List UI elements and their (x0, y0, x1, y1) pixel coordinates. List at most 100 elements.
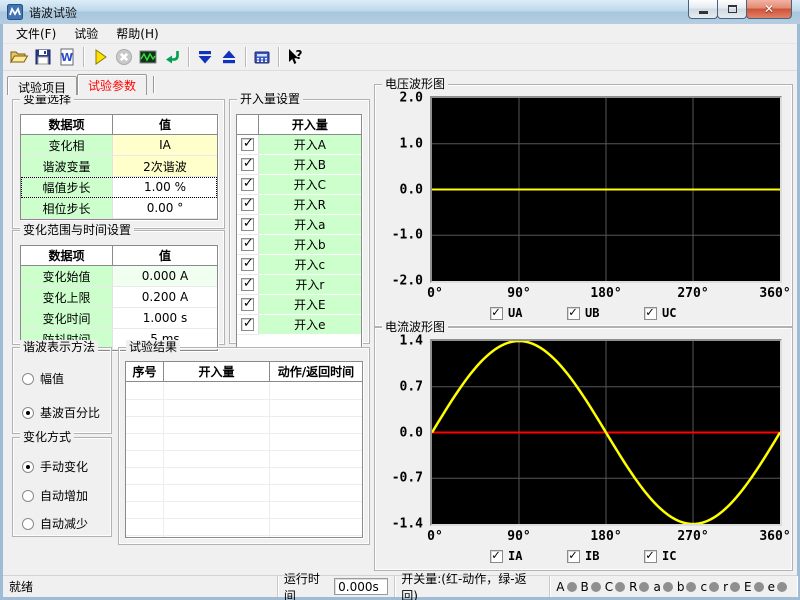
input-label: 开入R (259, 195, 361, 215)
status-ready-text: 就绪 (9, 578, 33, 595)
legend-label: UB (585, 306, 599, 320)
radio-manual-change[interactable]: 手动变化 (22, 458, 88, 475)
input-checkbox[interactable] (237, 255, 259, 275)
harmonic-repr-title: 谐波表示方法 (20, 340, 98, 354)
legend-uc[interactable]: UC (644, 306, 721, 320)
current-plot-area (430, 339, 782, 526)
checkbox-icon (241, 178, 254, 191)
close-button[interactable]: ✕ (746, 0, 792, 19)
x-tick: 360° (759, 529, 790, 544)
voltage-chart-canvas (432, 98, 780, 281)
input-checkbox[interactable] (237, 155, 259, 175)
title-bar[interactable]: 谐波试验 ✕ (0, 0, 800, 24)
legend-ia[interactable]: IA (490, 549, 567, 563)
row-value[interactable]: 1.000 s (113, 308, 217, 329)
menu-help[interactable]: 帮助(H) (107, 23, 167, 44)
indicator-dot (591, 582, 601, 592)
waveform-view-button[interactable] (136, 46, 160, 69)
row-value[interactable]: 0.00 ° (113, 198, 217, 219)
switch-hint-text: 开关量:(红-动作，绿-返回) (401, 570, 543, 600)
input-checkbox[interactable] (237, 195, 259, 215)
maximize-button[interactable] (717, 0, 747, 19)
close-icon: ✕ (764, 2, 774, 16)
checkbox-icon (241, 278, 254, 291)
indicator-label: E (744, 580, 752, 594)
column-header: 数据项 (21, 246, 113, 266)
input-checkbox[interactable] (237, 135, 259, 155)
indicator-label: B (581, 580, 589, 594)
indicator-dot (663, 582, 673, 592)
return-button[interactable] (160, 46, 184, 69)
step-up-button[interactable] (217, 46, 241, 69)
radio-auto-increase[interactable]: 自动增加 (22, 487, 88, 504)
radio-amplitude[interactable]: 幅值 (22, 370, 64, 387)
legend-ic[interactable]: IC (644, 549, 721, 563)
checkbox-icon (644, 550, 657, 563)
range-time-table: 数据项 值 变化始值 0.000 A 变化上限 0.200 A 变化时间 1.0… (20, 245, 218, 351)
legend-ub[interactable]: UB (567, 306, 644, 320)
menu-test[interactable]: 试验 (65, 23, 107, 44)
results-empty-body[interactable] (126, 383, 362, 537)
row-value[interactable]: 2次谐波 (113, 156, 217, 177)
radio-icon (22, 461, 34, 473)
status-bar: 就绪 运行时间 0.000s 开关量:(红-动作，绿-返回) A B C R a… (3, 575, 797, 597)
toolbar-separator (245, 47, 246, 67)
input-row: 开入B (237, 155, 361, 175)
input-checkbox[interactable] (237, 215, 259, 235)
input-label: 开入B (259, 155, 361, 175)
y-tick: 1.4 (400, 334, 423, 349)
export-word-button[interactable]: W (55, 46, 79, 69)
minimize-button[interactable] (688, 0, 718, 19)
row-value[interactable]: 1.00 % (113, 177, 217, 198)
x-tick: 270° (677, 286, 708, 301)
step-down-icon (195, 47, 215, 67)
run-button[interactable] (88, 46, 112, 69)
table-header-row: 序号 开入量 动作/返回时间 (126, 362, 362, 382)
input-label: 开入E (259, 295, 361, 315)
checkbox-icon (567, 550, 580, 563)
svg-text:?: ? (296, 48, 303, 62)
tab-test-params[interactable]: 试验参数 (77, 74, 147, 95)
tab-strip-divider (153, 76, 154, 93)
y-tick: 2.0 (400, 91, 423, 106)
table-row: 变化上限 0.200 A (21, 287, 217, 308)
open-file-button[interactable] (7, 46, 31, 69)
input-checkbox[interactable] (237, 175, 259, 195)
row-label: 变化时间 (21, 308, 113, 329)
row-value[interactable]: IA (113, 135, 217, 156)
calculator-button[interactable] (250, 46, 274, 69)
indicator-dot (615, 582, 625, 592)
variable-select-group: 变量选择 数据项 值 变化相 IA 谐波变量 2次谐波 幅值 (12, 99, 225, 229)
indicator-dot (777, 582, 787, 592)
indicator-label: b (677, 580, 685, 594)
save-button[interactable] (31, 46, 55, 69)
input-checkbox[interactable] (237, 295, 259, 315)
radio-auto-decrease[interactable]: 自动减少 (22, 515, 88, 532)
input-checkbox[interactable] (237, 275, 259, 295)
row-value[interactable]: 0.200 A (113, 287, 217, 308)
step-down-button[interactable] (193, 46, 217, 69)
checkbox-icon (241, 158, 254, 171)
x-tick: 270° (677, 529, 708, 544)
status-runtime-pane: 运行时间 0.000s (278, 576, 395, 597)
menu-file[interactable]: 文件(F) (7, 23, 65, 44)
stop-button[interactable] (112, 46, 136, 69)
current-chart-canvas (432, 341, 780, 524)
row-value[interactable]: 0.000 A (113, 266, 217, 287)
column-header: 序号 (126, 362, 164, 382)
input-checkbox[interactable] (237, 315, 259, 335)
status-indicators-pane: A B C R a b c r E e (550, 576, 797, 597)
input-checkbox[interactable] (237, 235, 259, 255)
radio-fundamental-percent[interactable]: 基波百分比 (22, 404, 100, 421)
checkbox-icon (644, 307, 657, 320)
legend-ib[interactable]: IB (567, 549, 644, 563)
indicator-dot (730, 582, 740, 592)
context-help-button[interactable]: ? (283, 46, 307, 69)
table-header-row: 开入量 (237, 115, 361, 135)
column-header: 开入量 (164, 362, 270, 382)
indicator-dot (639, 582, 649, 592)
legend-ua[interactable]: UA (490, 306, 567, 320)
tab-test-items[interactable]: 试验项目 (7, 76, 77, 95)
y-tick: -2.0 (392, 274, 423, 289)
indicator-A: A (556, 580, 576, 594)
